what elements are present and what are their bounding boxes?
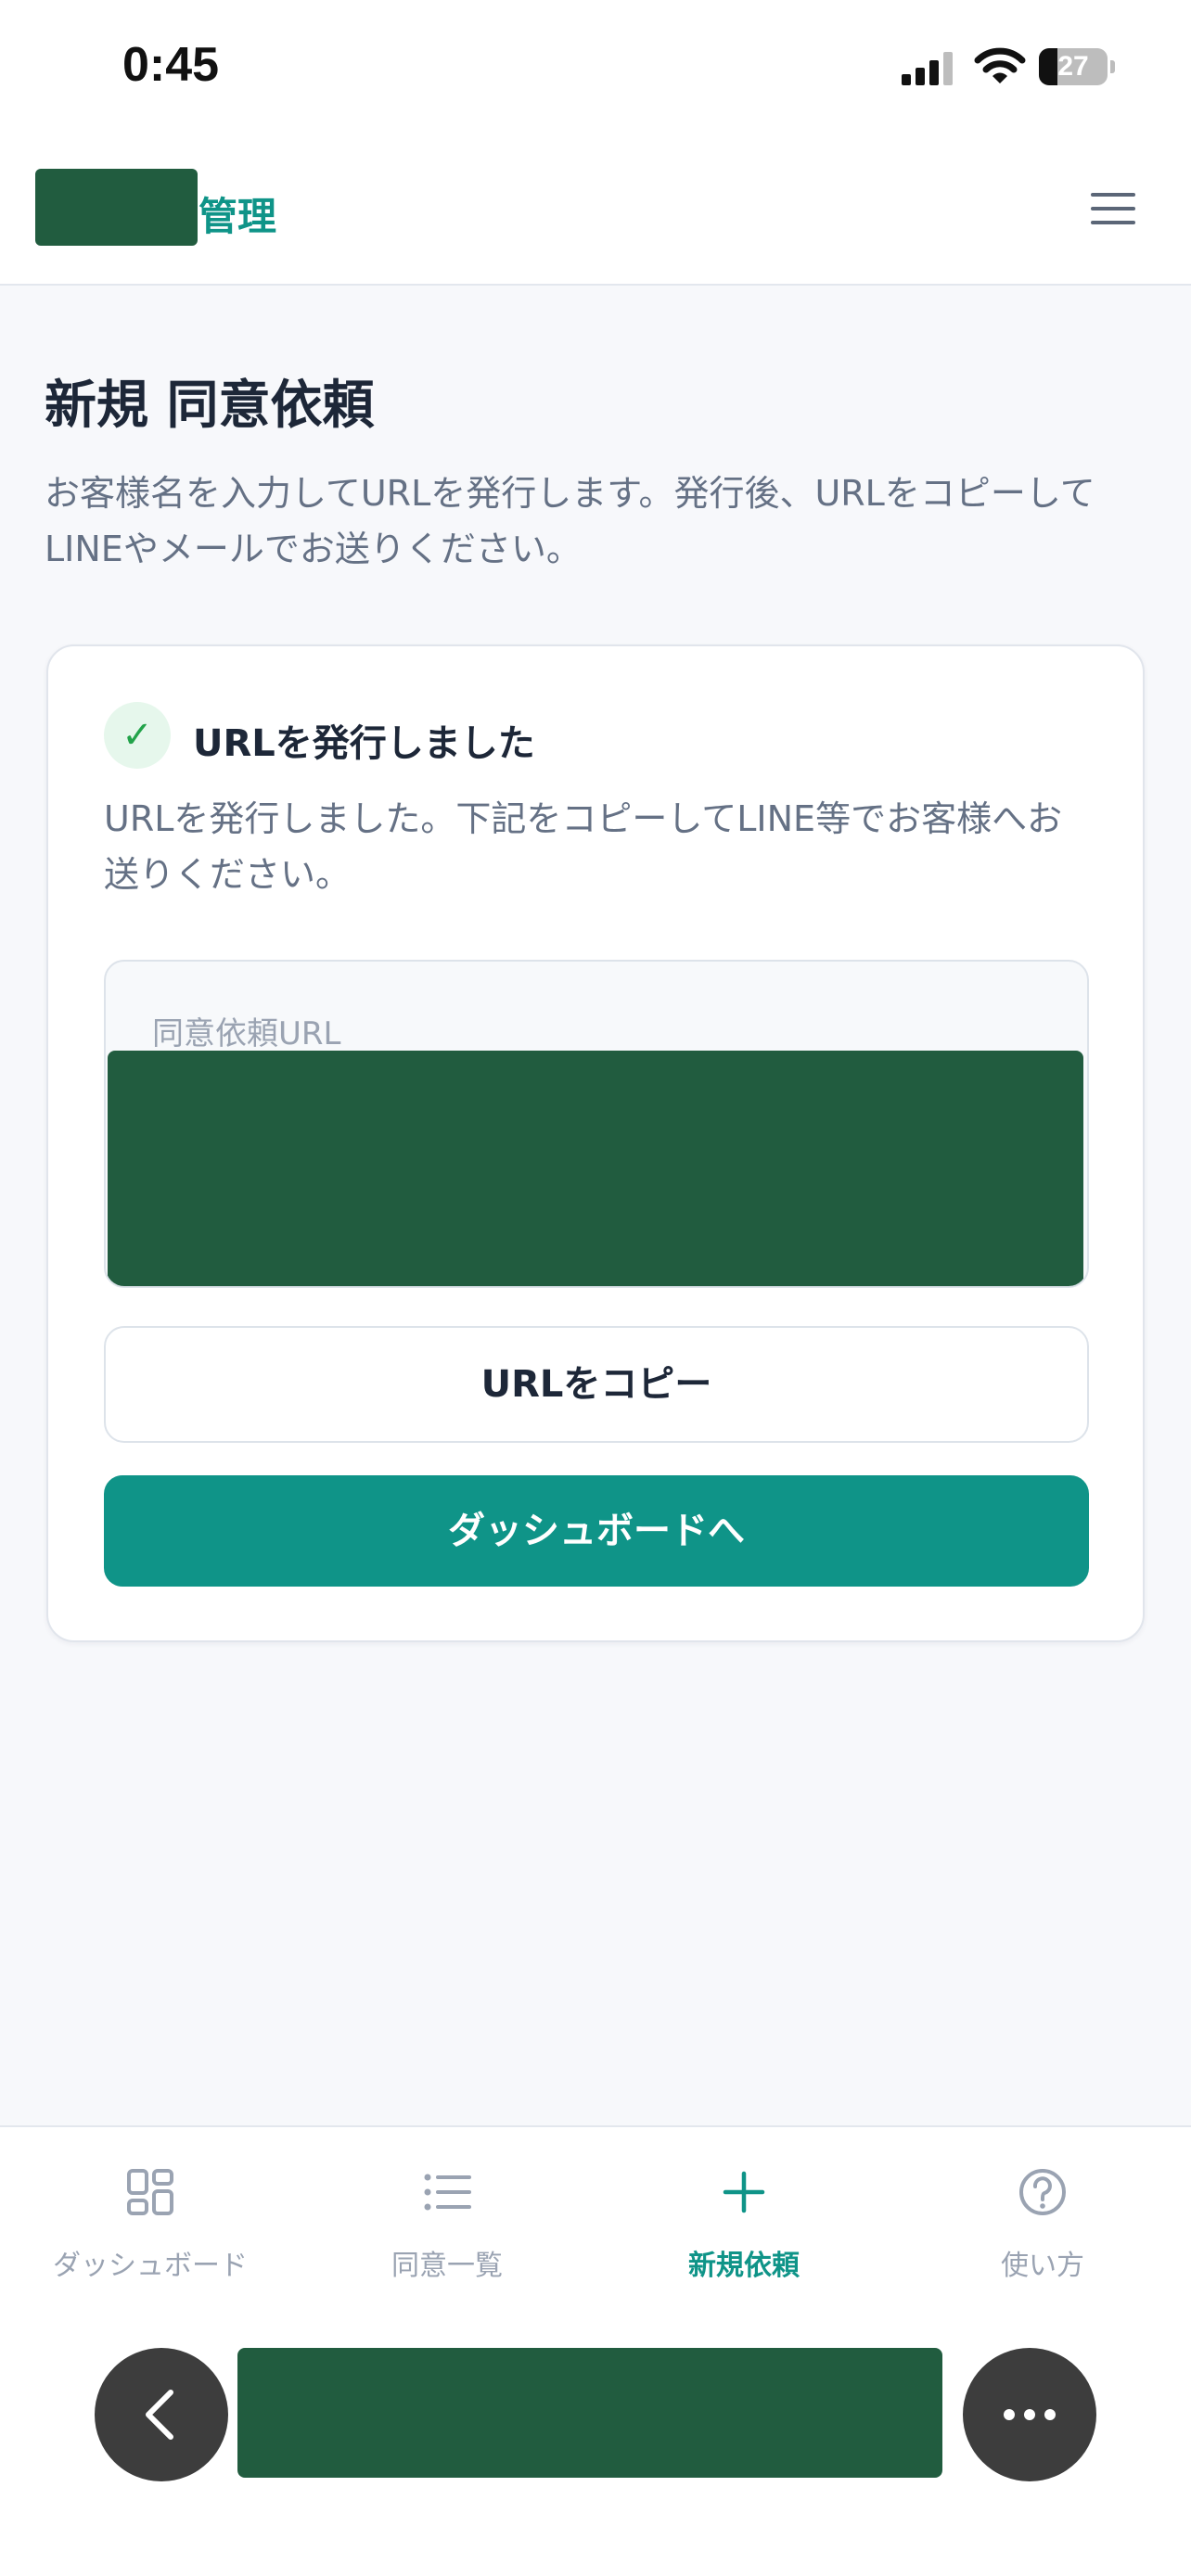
consent-url-label: 同意依頼URL xyxy=(152,1015,341,1052)
redacted-logo xyxy=(35,169,198,246)
chevron-left-icon xyxy=(146,2390,173,2440)
tab-how-to-use-label: 使い方 xyxy=(1001,2250,1084,2282)
tab-dashboard-label: ダッシュボード xyxy=(53,2250,248,2282)
tab-dashboard[interactable]: ダッシュボード xyxy=(20,2164,280,2285)
tab-consent-list[interactable]: 同意一覧 xyxy=(317,2164,577,2285)
more-horizontal-icon[interactable] xyxy=(963,2348,1096,2481)
app-screen: 0:45 27 意管理 新規 同意依頼 お客様名を入力してURLを発行します。発… xyxy=(0,0,1191,2576)
consent-url-value-redacted[interactable] xyxy=(108,1051,1083,1286)
app-header: 意管理 xyxy=(0,139,1191,286)
check-icon: ✓ xyxy=(104,702,171,769)
list-icon xyxy=(424,2174,471,2211)
status-bar: 0:45 27 xyxy=(0,0,1191,139)
url-issued-card: ✓ URLを発行しました URLを発行しました。下記をコピーしてLINE等でお客… xyxy=(46,644,1145,1642)
page-description: お客様名を入力してURLを発行します。発行後、URLをコピーしてLINEやメール… xyxy=(45,473,1095,569)
battery-icon: 27 xyxy=(1039,48,1115,85)
help-circle-icon xyxy=(1019,2169,1066,2215)
tab-new-request[interactable]: 新規依頼 xyxy=(614,2164,874,2285)
consent-url-field[interactable]: 同意依頼URL xyxy=(104,960,1089,1288)
battery-level: 27 xyxy=(1057,51,1089,82)
tab-consent-list-label: 同意一覧 xyxy=(391,2250,503,2282)
status-time: 0:45 xyxy=(122,38,220,92)
copy-url-button[interactable]: URLをコピー xyxy=(104,1326,1089,1443)
card-title: URLを発行しました xyxy=(193,722,535,765)
hamburger-menu-icon[interactable] xyxy=(1091,193,1139,230)
go-to-dashboard-button[interactable]: ダッシュボードへ xyxy=(104,1475,1089,1587)
page-title: 新規 同意依頼 xyxy=(45,376,375,436)
browser-back-button[interactable] xyxy=(95,2348,228,2481)
tab-new-request-label: 新規依頼 xyxy=(688,2250,800,2282)
browser-address-bar-redacted[interactable] xyxy=(237,2348,942,2478)
wifi-icon xyxy=(974,47,1026,83)
tab-how-to-use[interactable]: 使い方 xyxy=(913,2164,1172,2285)
card-description: URLを発行しました。下記をコピーしてLINE等でお客様へお送りください。 xyxy=(104,798,1063,895)
dashboard-grid-icon xyxy=(127,2169,173,2215)
cellular-signal-icon xyxy=(902,52,953,85)
plus-icon xyxy=(723,2171,765,2213)
